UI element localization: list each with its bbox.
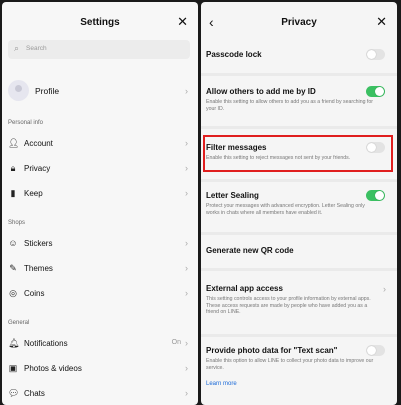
- item-title: Passcode lock: [206, 50, 262, 59]
- item-label: Privacy: [24, 164, 51, 173]
- divider: [201, 126, 397, 129]
- settings-item-themes[interactable]: ✎ Themes ›: [2, 263, 198, 277]
- item-description: Protect your messages with advanced encr…: [206, 203, 365, 216]
- item-label: Photos & videos: [24, 364, 82, 373]
- divider: [201, 268, 397, 271]
- settings-item-chats[interactable]: 💬︎ Chats ›: [2, 388, 198, 402]
- highlight-box: [203, 135, 393, 172]
- settings-item-notifications[interactable]: 🔔︎ Notifications On ›: [2, 338, 198, 352]
- page-title: Settings: [80, 17, 120, 28]
- chevron-right-icon: ›: [185, 388, 188, 398]
- item-description: This setting controls access to your pro…: [206, 296, 371, 315]
- settings-item-keep[interactable]: ▮ Keep ›: [2, 188, 198, 202]
- search-icon: ⌕: [14, 43, 20, 53]
- chat-icon: 💬︎: [8, 388, 20, 398]
- image-icon: ▣: [8, 363, 18, 373]
- settings-item-coins[interactable]: ◎ Coins ›: [2, 288, 198, 302]
- page-title: Privacy: [281, 17, 317, 28]
- smiley-icon: ☺: [8, 238, 18, 248]
- notifications-value: On: [171, 339, 181, 346]
- chevron-right-icon: ›: [185, 338, 188, 348]
- passcode-lock-toggle[interactable]: [366, 49, 385, 60]
- section-general: General: [8, 320, 30, 326]
- divider: [201, 179, 397, 182]
- close-icon[interactable]: ✕: [376, 15, 387, 28]
- chevron-right-icon: ›: [185, 188, 188, 198]
- item-title: External app access: [206, 284, 283, 293]
- settings-item-privacy[interactable]: 🔒︎ Privacy ›: [2, 163, 198, 177]
- privacy-screen: ‹ Privacy ✕ Passcode lock Allow others t…: [201, 2, 397, 405]
- person-icon: 👤︎: [8, 138, 20, 148]
- item-label: Notifications: [24, 339, 68, 348]
- item-label: Coins: [24, 289, 45, 298]
- search-placeholder: Search: [26, 45, 47, 52]
- letter-sealing-toggle[interactable]: [366, 190, 385, 201]
- chevron-right-icon: ›: [185, 86, 188, 96]
- brush-icon: ✎: [9, 263, 17, 273]
- bookmark-icon: ▮: [10, 188, 16, 198]
- avatar: [8, 80, 29, 101]
- item-title: Allow others to add me by ID: [206, 87, 316, 96]
- close-icon[interactable]: ✕: [177, 15, 188, 28]
- allow-add-by-id-toggle[interactable]: [366, 86, 385, 97]
- search-input[interactable]: ⌕ Search: [8, 40, 190, 59]
- photo-data-toggle[interactable]: [366, 345, 385, 356]
- section-personal-info: Personal info: [8, 120, 44, 126]
- item-label: Account: [24, 139, 53, 148]
- learn-more-link[interactable]: Learn more: [206, 381, 237, 387]
- chevron-right-icon: ›: [383, 284, 386, 294]
- profile-label: Profile: [35, 86, 60, 96]
- chevron-right-icon: ›: [185, 163, 188, 173]
- divider: [201, 73, 397, 76]
- lock-icon: 🔒︎: [10, 163, 16, 173]
- chevron-right-icon: ›: [185, 138, 188, 148]
- section-shops: Shops: [8, 220, 26, 226]
- coin-icon: ◎: [9, 288, 17, 298]
- item-label: Themes: [24, 264, 53, 273]
- chevron-right-icon: ›: [185, 238, 188, 248]
- item-title: Letter Sealing: [206, 191, 259, 200]
- divider: [201, 334, 397, 337]
- item-label: Stickers: [24, 239, 53, 248]
- item-description: Enable this option to allow LINE to coll…: [206, 358, 374, 371]
- chevron-right-icon: ›: [185, 288, 188, 298]
- settings-item-stickers[interactable]: ☺ Stickers ›: [2, 238, 198, 252]
- item-label: Keep: [24, 189, 43, 198]
- settings-item-photos-videos[interactable]: ▣ Photos & videos ›: [2, 363, 198, 377]
- item-label: Chats: [24, 389, 45, 398]
- bell-icon: 🔔︎: [8, 338, 20, 348]
- chevron-right-icon: ›: [185, 263, 188, 273]
- settings-item-account[interactable]: 👤︎ Account ›: [2, 138, 198, 152]
- settings-screen: Settings ✕ ⌕ Search Profile › Personal i…: [2, 2, 198, 405]
- item-description: Enable this setting to allow others to a…: [206, 99, 373, 112]
- divider: [201, 232, 397, 235]
- item-title: Generate new QR code: [206, 246, 294, 255]
- chevron-right-icon: ›: [185, 363, 188, 373]
- profile-row[interactable]: Profile ›: [2, 77, 198, 107]
- item-title: Provide photo data for "Text scan": [206, 346, 338, 355]
